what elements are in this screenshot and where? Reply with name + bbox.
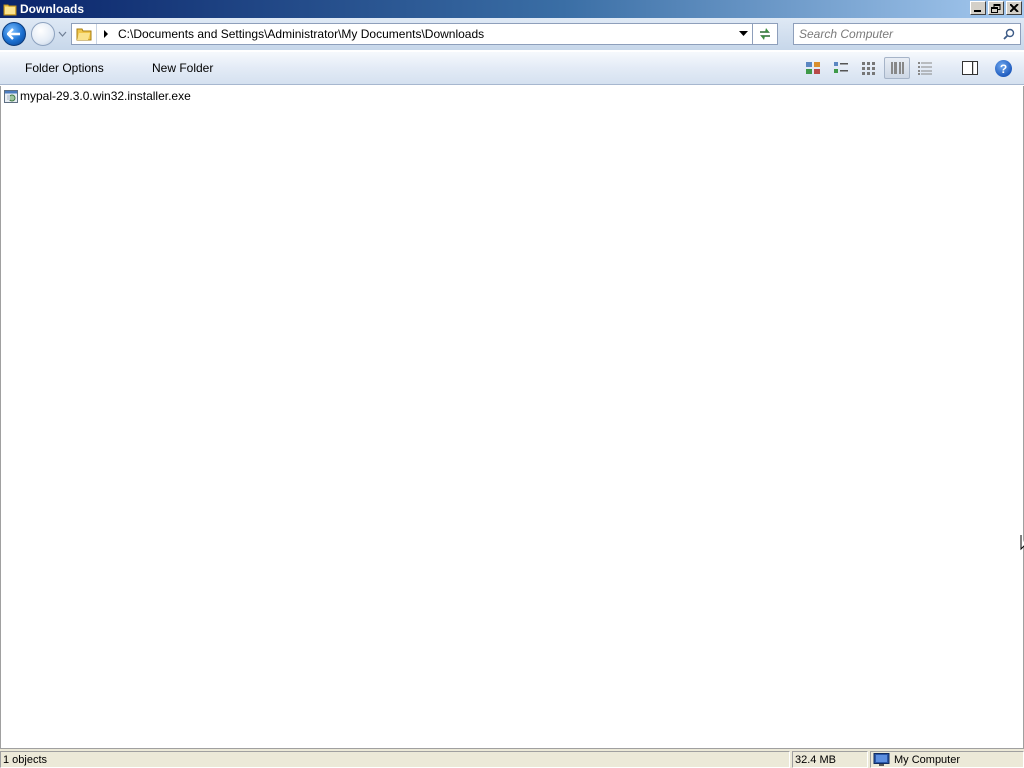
forward-button[interactable] <box>31 22 55 46</box>
address-path[interactable]: C:\Documents and Settings\Administrator\… <box>118 27 484 41</box>
large-icons-view-button[interactable] <box>800 57 826 79</box>
list-view-button[interactable] <box>884 57 910 79</box>
file-list-area[interactable]: mypal-29.3.0.win32.installer.exe <box>0 86 1024 748</box>
small-icons-view-button[interactable] <box>856 57 882 79</box>
close-button[interactable] <box>1006 1 1022 15</box>
address-bar[interactable]: C:\Documents and Settings\Administrator\… <box>71 23 753 45</box>
restore-button[interactable] <box>988 1 1004 15</box>
large-icons-view-icon <box>806 62 820 74</box>
status-size: 32.4 MB <box>792 751 868 768</box>
status-zone: My Computer <box>870 751 1024 768</box>
close-icon <box>1009 4 1019 12</box>
tiles-view-button[interactable] <box>828 57 854 79</box>
title-bar[interactable]: Downloads <box>0 0 1024 18</box>
window-title: Downloads <box>20 2 85 16</box>
status-bar: 1 objects 32.4 MB My Computer <box>0 748 1024 768</box>
list-view-icon <box>891 62 904 74</box>
refresh-button[interactable] <box>752 23 778 45</box>
view-buttons <box>800 57 940 79</box>
preview-pane-icon <box>962 61 978 75</box>
small-icons-view-icon <box>862 62 875 75</box>
back-button[interactable] <box>2 22 26 46</box>
search-input[interactable] <box>799 27 995 41</box>
status-object-count: 1 objects <box>0 751 790 768</box>
minimize-icon <box>974 10 981 12</box>
restore-icon <box>991 3 1001 13</box>
search-box[interactable] <box>793 23 1021 45</box>
navigation-bar: C:\Documents and Settings\Administrator\… <box>0 18 1024 50</box>
minimize-button[interactable] <box>970 1 986 15</box>
search-icon[interactable] <box>1003 28 1015 40</box>
tiles-view-icon <box>834 62 848 73</box>
address-separator <box>96 24 97 44</box>
details-view-icon <box>918 62 932 75</box>
new-folder-button[interactable]: New Folder <box>152 61 213 75</box>
recent-pages-dropdown[interactable] <box>58 31 67 38</box>
file-name: mypal-29.3.0.win32.installer.exe <box>20 89 191 103</box>
command-toolbar: Folder Options New Folder ? <box>0 52 1024 85</box>
chevron-down-icon[interactable] <box>739 31 748 37</box>
back-arrow-icon <box>7 28 20 40</box>
preview-pane-button[interactable] <box>959 57 981 79</box>
refresh-icon <box>760 28 770 40</box>
help-icon: ? <box>999 61 1008 76</box>
breadcrumb-arrow-icon[interactable] <box>103 30 111 38</box>
my-computer-icon <box>873 752 890 766</box>
help-button[interactable]: ? <box>995 60 1012 77</box>
details-view-button[interactable] <box>912 57 938 79</box>
folder-options-button[interactable]: Folder Options <box>25 61 104 75</box>
exe-installer-icon <box>4 89 19 104</box>
mouse-cursor-icon <box>1020 535 1024 551</box>
folder-icon <box>76 27 92 41</box>
list-item[interactable]: mypal-29.3.0.win32.installer.exe <box>4 88 191 104</box>
folder-icon <box>3 2 17 16</box>
